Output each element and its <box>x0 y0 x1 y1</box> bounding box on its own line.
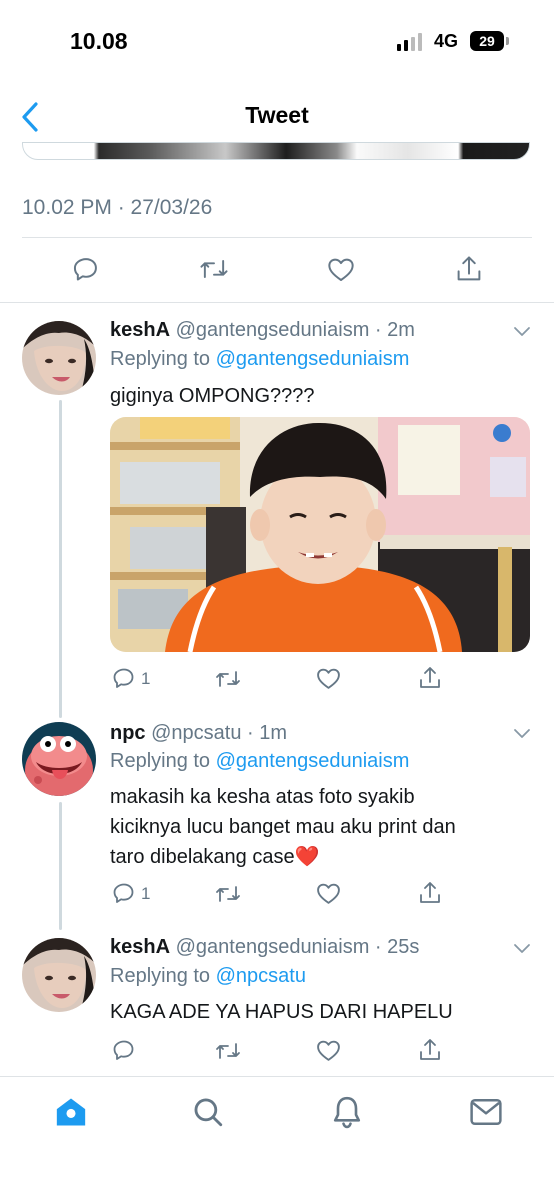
replying-to: Replying to @gantengseduniaism <box>110 750 409 773</box>
reply-text: giginya OMPONG???? <box>110 385 315 407</box>
status-time: 10.08 <box>70 28 128 54</box>
notifications-icon[interactable] <box>330 1094 364 1130</box>
replying-to: Replying to @npcsatu <box>110 965 306 988</box>
handle-time: @npcsatu · 1m <box>151 722 288 744</box>
replying-prefix: Replying to <box>110 750 216 772</box>
cellular-signal-icon <box>397 33 425 51</box>
reply-text-line: kiciknya lucu banget mau aku print dan <box>110 816 456 838</box>
chevron-down-icon[interactable] <box>512 726 532 740</box>
divider <box>22 237 532 238</box>
reply-text-line: makasih ka kesha atas foto syakib <box>110 786 415 808</box>
home-icon[interactable] <box>54 1095 88 1129</box>
retweet-icon[interactable] <box>214 1039 242 1063</box>
battery-level: 29 <box>470 31 504 51</box>
reply-header: npc @npcsatu · 1m <box>110 722 287 745</box>
chevron-down-icon[interactable] <box>512 941 532 955</box>
avatar[interactable] <box>22 321 96 395</box>
search-icon[interactable] <box>191 1095 225 1129</box>
status-bar: 10.08 4G 29 <box>0 0 554 84</box>
reply-text: makasih ka kesha atas foto syakib kicikn… <box>110 782 456 872</box>
share-icon[interactable] <box>418 880 442 906</box>
display-name[interactable]: keshA <box>110 319 170 341</box>
replying-to: Replying to @gantengseduniaism <box>110 348 409 371</box>
chevron-down-icon[interactable] <box>512 324 532 338</box>
reply-icon[interactable] <box>112 666 136 690</box>
messages-icon[interactable] <box>469 1097 503 1127</box>
like-icon[interactable] <box>316 667 341 690</box>
retweet-icon[interactable] <box>198 255 230 283</box>
replying-handle[interactable]: @npcsatu <box>216 965 306 987</box>
share-icon[interactable] <box>418 665 442 691</box>
share-icon[interactable] <box>418 1037 442 1063</box>
replying-prefix: Replying to <box>110 348 216 370</box>
main-tweet-media[interactable] <box>22 142 530 160</box>
tweet-timestamp: 10.02 PM · 27/03/26 <box>22 196 213 219</box>
avatar[interactable] <box>22 722 96 796</box>
tab-bar <box>0 1076 554 1200</box>
display-name[interactable]: keshA <box>110 936 170 958</box>
replying-handle[interactable]: @gantengseduniaism <box>216 750 410 772</box>
reply-icon[interactable] <box>112 881 136 905</box>
replying-handle[interactable]: @gantengseduniaism <box>216 348 410 370</box>
page-title: Tweet <box>245 102 309 128</box>
reply-text: KAGA ADE YA HAPUS DARI HAPELU <box>110 1001 453 1023</box>
reply-count: 1 <box>141 669 151 688</box>
like-icon[interactable] <box>316 1039 341 1062</box>
reply-header: keshA @gantengseduniaism · 25s <box>110 936 419 959</box>
reply-count: 1 <box>141 884 151 903</box>
reply-icon[interactable] <box>112 1038 136 1062</box>
like-icon[interactable] <box>316 882 341 905</box>
avatar[interactable] <box>22 938 96 1012</box>
share-icon[interactable] <box>455 254 483 284</box>
divider <box>0 302 554 303</box>
display-name[interactable]: npc <box>110 722 146 744</box>
handle-time: @gantengseduniaism · 25s <box>175 936 420 958</box>
thread-connector <box>59 802 62 930</box>
reply-text-line: taro dibelakang case❤️ <box>110 846 320 868</box>
network-type: 4G <box>434 31 459 51</box>
nav-header: Tweet <box>0 84 554 146</box>
battery-cap-icon <box>506 37 509 45</box>
retweet-icon[interactable] <box>214 667 242 691</box>
thread-connector <box>59 400 62 718</box>
reply-photo[interactable] <box>110 417 530 652</box>
replying-prefix: Replying to <box>110 965 216 987</box>
handle-time: @gantengseduniaism · 2m <box>175 319 415 341</box>
retweet-icon[interactable] <box>214 882 242 906</box>
reply-header: keshA @gantengseduniaism · 2m <box>110 319 415 342</box>
reply-icon[interactable] <box>72 255 100 283</box>
like-icon[interactable] <box>327 256 355 283</box>
